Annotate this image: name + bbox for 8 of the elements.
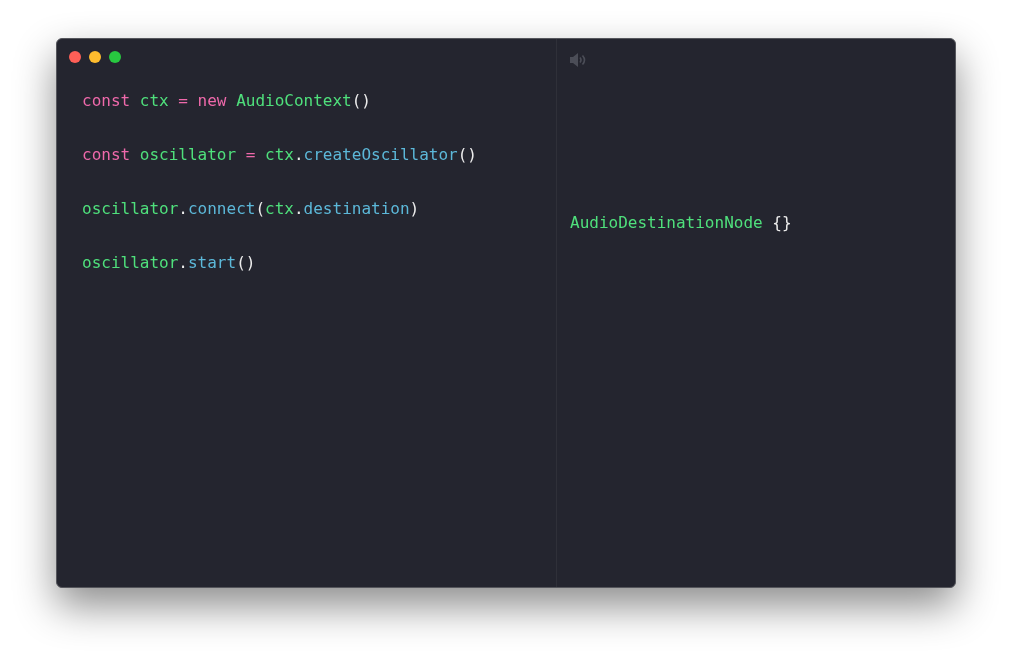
close-window-button[interactable] (69, 51, 81, 63)
code-line: const oscillator = ctx.createOscillator() (82, 145, 477, 164)
code-line: oscillator.start() (82, 253, 256, 272)
code-line: const ctx = new AudioContext() (82, 91, 371, 110)
output-line: AudioDestinationNode {} (570, 213, 792, 232)
minimize-window-button[interactable] (89, 51, 101, 63)
zoom-window-button[interactable] (109, 51, 121, 63)
code-line: oscillator.connect(ctx.destination) (82, 199, 420, 218)
